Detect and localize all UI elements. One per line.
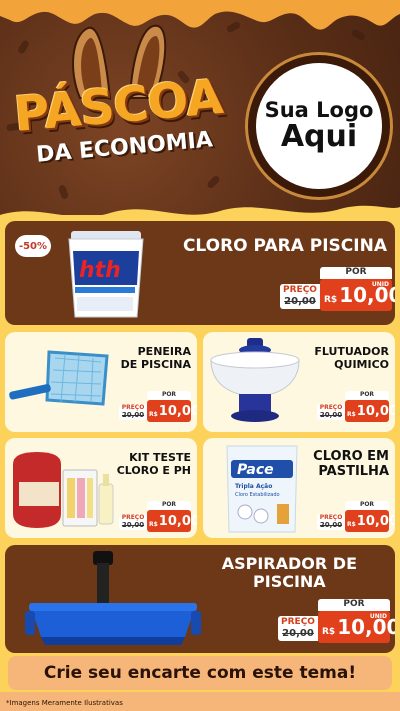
pool-vacuum-icon	[25, 551, 201, 645]
new-price-box: POR R$ 10,00 UNID	[318, 599, 395, 643]
por-label: POR	[345, 391, 389, 400]
product-card-cloro-pastilha[interactable]: Pace Tripla Ação Cloro Estabilizado CLOR…	[203, 438, 395, 538]
product-card-kit-teste[interactable]: KIT TESTE CLORO E PH PREÇO 20,00 POR R$ …	[5, 438, 197, 538]
product-name: FLUTUADOR QUIMICO	[314, 345, 389, 371]
old-price-box: PREÇO 20,00	[280, 284, 320, 309]
por-label: POR	[147, 391, 191, 400]
new-price-box: POR R$ 10,00 UNID	[320, 267, 395, 311]
product-card-peneira[interactable]: PENEIRA DE PISCINA PREÇO 20,00 POR R$ 10…	[5, 332, 197, 432]
product-card-flutuador[interactable]: FLUTUADOR QUIMICO PREÇO 20,00 POR R$ 10,…	[203, 332, 395, 432]
unit-label: UNID	[371, 281, 389, 288]
currency: R$	[347, 410, 356, 418]
logo-line-1: Sua Logo	[264, 98, 374, 123]
new-price: 10,00	[356, 403, 395, 419]
currency: R$	[347, 520, 356, 528]
price-tag: PREÇO 20,00 POR R$ 10,00	[119, 501, 197, 532]
cta-button[interactable]: Crie seu encarte com este tema!	[8, 656, 392, 690]
logo-line-2: Aqui	[280, 119, 358, 155]
currency: R$	[322, 627, 336, 637]
old-price-box: PREÇO 20,00	[278, 616, 318, 641]
new-price: 10,00	[337, 615, 395, 639]
new-price: 10,00	[158, 513, 197, 529]
price-tag: PREÇO 20,00 POR R$ 10,00	[317, 501, 395, 532]
product-name: CLORO PARA PISCINA	[182, 236, 387, 256]
price-tag: PREÇO 20,00 POR R$ 10,00 UNID	[278, 599, 395, 643]
pace-line-1: Tripla Ação	[235, 483, 272, 490]
new-price-box: POR R$ 10,00	[147, 391, 197, 422]
product-name: CLORO EM PASTILHA	[313, 449, 389, 479]
old-price: 20,00	[284, 296, 316, 307]
old-price-box: PREÇO 20,00	[119, 404, 147, 420]
pace-brand-label: Pace	[237, 462, 274, 478]
product-name: KIT TESTE CLORO E PH	[116, 451, 191, 477]
new-price: 10,00	[158, 403, 197, 419]
test-kit-icon	[13, 452, 114, 528]
pool-net-icon	[9, 350, 109, 406]
disclaimer-text: *Imagens Meramente Ilustrativas	[6, 699, 123, 707]
old-price: 20,00	[319, 521, 343, 529]
por-label: POR	[147, 501, 191, 510]
por-label: POR	[318, 599, 390, 611]
currency: R$	[324, 295, 338, 305]
old-price-box: PREÇO 20,00	[119, 514, 147, 530]
price-tag: PREÇO 20,00 POR R$ 10,00 UNID	[280, 267, 395, 311]
hth-bucket-icon: hth	[68, 231, 144, 318]
por-label: POR	[320, 267, 392, 279]
product-name: PENEIRA DE PISCINA	[120, 345, 191, 371]
product-card-aspirador[interactable]: ASPIRADOR DE PISCINA PREÇO 20,00 POR R$ …	[5, 545, 395, 653]
old-price-box: PREÇO 20,00	[317, 514, 345, 530]
price-tag: PREÇO 20,00 POR R$ 10,00	[317, 391, 395, 422]
pace-line-2: Cloro Estabilizado	[235, 492, 280, 498]
new-price: 10,00	[339, 283, 395, 307]
hero-banner: PÁSCOA DA ECONOMIA Sua Logo Aqui	[0, 0, 400, 215]
caramel-drip-icon	[0, 0, 400, 30]
currency: R$	[149, 410, 158, 418]
discount-badge: -50%	[15, 235, 51, 257]
new-price-box: POR R$ 10,00	[147, 501, 197, 532]
price-tag: PREÇO 20,00 POR R$ 10,00	[119, 391, 197, 422]
unit-label: UNID	[369, 613, 387, 620]
pace-bag-icon: Pace Tripla Ação Cloro Estabilizado	[226, 445, 298, 533]
old-price: 20,00	[319, 411, 343, 419]
old-price: 20,00	[121, 411, 145, 419]
new-price-box: POR R$ 10,00	[345, 501, 395, 532]
product-card-cloro-piscina[interactable]: -50% hth CLORO PARA PISCINA PREÇO 20,00 …	[5, 221, 395, 325]
product-name: ASPIRADOR DE PISCINA	[221, 554, 357, 592]
hth-brand-label: hth	[79, 258, 121, 283]
por-label: POR	[345, 501, 389, 510]
old-price: 20,00	[282, 628, 314, 639]
currency: R$	[149, 520, 158, 528]
old-price-box: PREÇO 20,00	[317, 404, 345, 420]
new-price: 10,00	[356, 513, 395, 529]
new-price-box: POR R$ 10,00	[345, 391, 395, 422]
old-price: 20,00	[121, 521, 145, 529]
chlorine-floater-icon	[210, 338, 300, 422]
logo-placeholder[interactable]: Sua Logo Aqui	[248, 55, 390, 197]
price-label: PREÇO	[281, 617, 315, 627]
price-label: PREÇO	[283, 285, 317, 295]
